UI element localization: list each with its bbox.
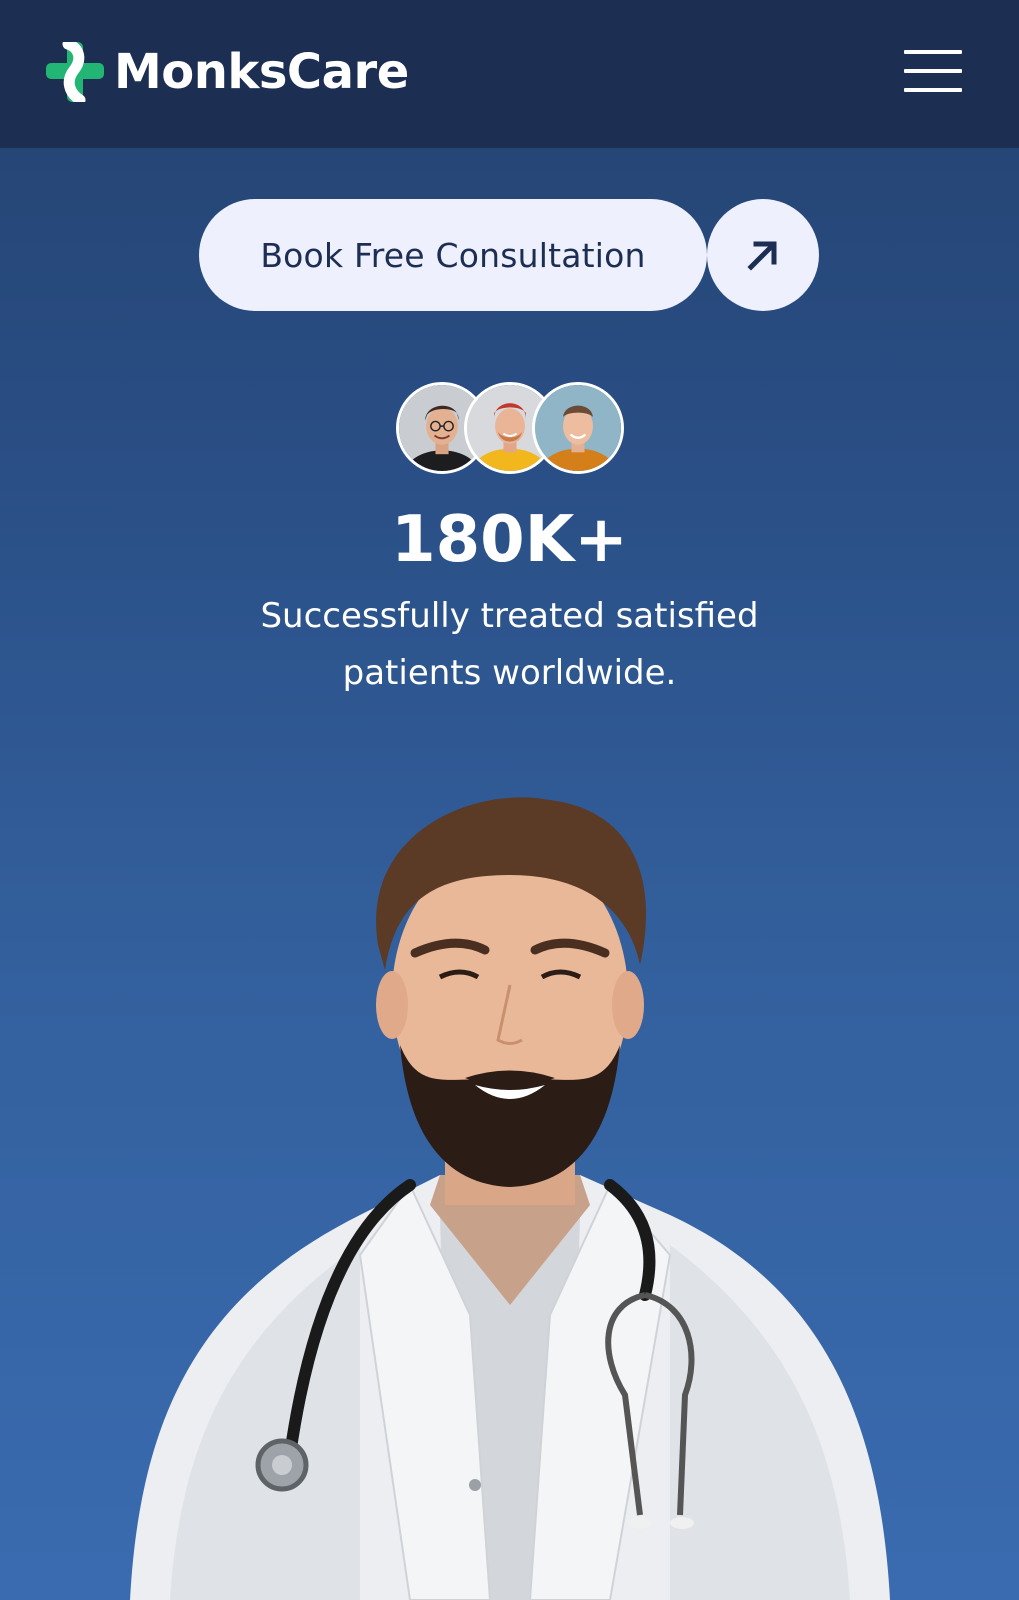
menu-line: [904, 88, 962, 92]
avatar: [532, 382, 624, 474]
doctor-portrait: [110, 795, 910, 1600]
patient-avatar-3: [535, 385, 621, 471]
patients-count: 180K+: [391, 503, 628, 577]
patients-description-line1: Successfully treated satisfied: [260, 596, 759, 636]
hamburger-menu-icon[interactable]: [904, 46, 964, 96]
doctor-illustration: [130, 797, 890, 1600]
site-header: MonksCare: [0, 0, 1019, 148]
medical-cross-logo-icon: [46, 42, 104, 102]
brand-name: MonksCare: [114, 44, 409, 100]
book-consultation-button[interactable]: Book Free Consultation: [199, 199, 707, 311]
brand-logo[interactable]: MonksCare: [46, 42, 409, 102]
menu-line: [904, 69, 962, 73]
patients-description-line2: patients worldwide.: [342, 653, 677, 693]
arrow-up-right-icon: [747, 241, 777, 271]
book-consultation-arrow-button[interactable]: [707, 199, 819, 311]
patients-description: Successfully treated satisfied patients …: [230, 588, 789, 702]
menu-line: [904, 50, 962, 54]
patient-avatars: [396, 382, 624, 474]
